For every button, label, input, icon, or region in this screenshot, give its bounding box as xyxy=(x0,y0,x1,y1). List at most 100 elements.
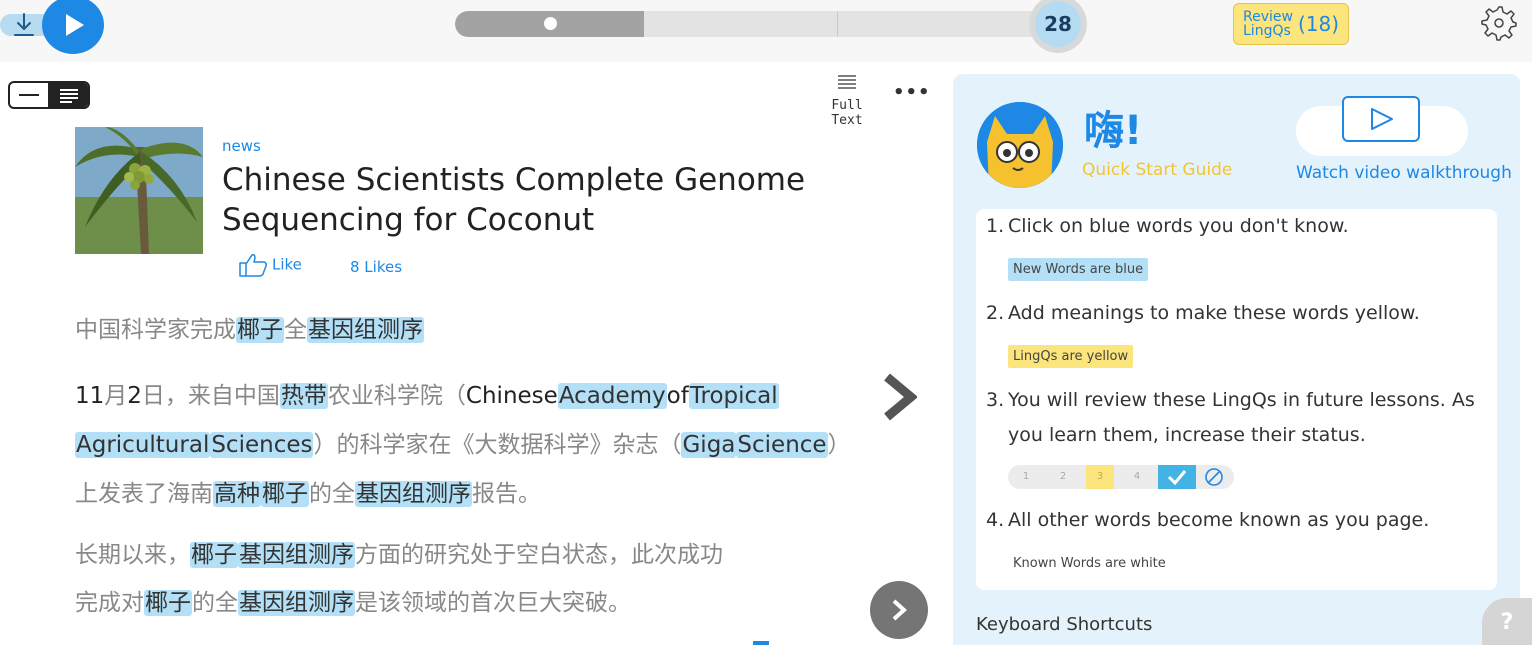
step-number: 4. xyxy=(986,509,1005,531)
new-word[interactable]: 椰子 xyxy=(236,317,284,343)
known-word[interactable]: Chinese xyxy=(466,383,558,409)
new-word[interactable]: Academy xyxy=(557,383,667,409)
text-span: 长期以来， xyxy=(75,542,190,568)
step-text: Click on blue words you don't know. xyxy=(1008,215,1349,237)
review-count: (18) xyxy=(1298,12,1340,36)
download-icon[interactable] xyxy=(13,12,35,38)
status-4: 4 xyxy=(1133,471,1141,482)
current-page-badge[interactable]: 28 xyxy=(1029,0,1087,53)
scroll-indicator xyxy=(753,641,769,645)
new-word[interactable]: 椰子 xyxy=(190,542,238,568)
more-options-icon[interactable]: ••• xyxy=(893,82,931,103)
known-word[interactable]: 11 xyxy=(75,383,104,409)
likes-count[interactable]: 8 Likes xyxy=(350,258,402,276)
new-word[interactable]: 高种 xyxy=(213,481,261,507)
watch-video-link[interactable]: Watch video walkthrough xyxy=(1296,163,1512,183)
step-number: 3. xyxy=(986,389,1005,411)
steps-card: 1. Click on blue words you don't know. Ne… xyxy=(976,209,1497,590)
step-text: You will review these LingQs in future l… xyxy=(1008,389,1475,411)
new-word[interactable]: Tropical xyxy=(688,383,779,409)
lesson-paragraph-1: 中国科学家完成椰子全基因组测序 xyxy=(75,312,865,348)
help-button[interactable]: ? xyxy=(1482,598,1532,645)
new-word[interactable]: 椰子 xyxy=(261,481,309,507)
watch-video-button[interactable] xyxy=(1342,96,1420,142)
next-lesson-button[interactable] xyxy=(870,581,928,639)
review-label-line2: LingQs xyxy=(1243,23,1291,39)
text-span: 是该领域的首次巨大突破。 xyxy=(355,590,631,616)
play-button[interactable] xyxy=(42,0,104,54)
step-3-continued: you learn them, increase their status. xyxy=(986,418,1366,453)
step-text: you learn them, increase their status. xyxy=(1008,424,1366,446)
review-lingqs-label: Review LingQs xyxy=(1243,10,1293,38)
known-word[interactable]: of xyxy=(667,383,689,409)
lesson-thumbnail xyxy=(75,127,203,254)
full-text-button[interactable]: Full Text xyxy=(812,74,882,128)
review-lingqs-button[interactable]: Review LingQs (18) xyxy=(1233,3,1349,45)
text-span: 全 xyxy=(284,317,307,343)
audio-progress-bar[interactable] xyxy=(455,11,1065,37)
text-span: ）的科学家在《大数据科学》杂志（ xyxy=(313,432,682,458)
keyboard-shortcuts-heading: Keyboard Shortcuts xyxy=(976,614,1153,635)
current-page-number: 28 xyxy=(1035,1,1081,47)
like-label: Like xyxy=(272,255,302,274)
step-4: 4. All other words become known as you pa… xyxy=(986,503,1429,538)
text-span: 月 xyxy=(104,383,128,409)
mascot-avatar xyxy=(977,102,1063,188)
new-word[interactable]: 基因组测序 xyxy=(307,317,424,343)
settings-gear-icon[interactable] xyxy=(1480,4,1518,42)
lesson-title: Chinese Scientists Complete Genome Seque… xyxy=(222,162,806,238)
top-toolbar: 28 Review LingQs (18) xyxy=(0,0,1532,62)
status-scale: 1 2 3 4 xyxy=(1008,465,1234,489)
step-number: 1. xyxy=(986,215,1005,237)
new-word[interactable]: 基因组测序 xyxy=(238,542,355,568)
step-2: 2. Add meanings to make these words yello… xyxy=(986,296,1420,331)
lingqs-chip: LingQs are yellow xyxy=(1008,345,1134,368)
step-number: 2. xyxy=(986,302,1005,324)
step-text: Add meanings to make these words yellow. xyxy=(1008,302,1420,324)
thumbs-up-icon xyxy=(239,254,267,277)
status-3-active: 3 xyxy=(1086,465,1114,489)
lesson-category[interactable]: news xyxy=(222,137,261,155)
text-span: 中国科学家完成 xyxy=(75,317,236,343)
new-words-chip: New Words are blue xyxy=(1008,258,1149,281)
full-text-icon xyxy=(838,75,856,89)
new-word[interactable]: Giga xyxy=(681,432,737,458)
new-word[interactable]: 椰子 xyxy=(144,590,192,616)
status-1: 1 xyxy=(1022,471,1030,482)
new-word[interactable]: Science xyxy=(736,432,828,458)
known-words-chip: Known Words are white xyxy=(1008,552,1171,575)
next-page-chevron-icon[interactable] xyxy=(881,373,919,421)
text-span: 日，来自中国 xyxy=(141,383,280,409)
step-text: All other words become known as you page… xyxy=(1008,509,1430,531)
new-word[interactable]: 基因组测序 xyxy=(238,590,355,616)
quick-start-panel: 嗨! Quick Start Guide Watch video walkthr… xyxy=(953,74,1520,645)
lesson-paragraph-2: 11月2日，来自中国热带农业科学院（ChineseAcademyofTropic… xyxy=(75,372,865,519)
full-text-label: Full Text xyxy=(831,98,863,128)
text-span: 报告。 xyxy=(472,481,541,507)
step-1: 1. Click on blue words you don't know. xyxy=(986,209,1349,244)
view-mode-toggle[interactable] xyxy=(8,81,90,109)
new-word[interactable]: Agricultural xyxy=(75,432,211,458)
step-3: 3. You will review these LingQs in future… xyxy=(986,383,1475,418)
known-word[interactable]: 2 xyxy=(127,383,142,409)
text-span: 农业科学院（ xyxy=(327,383,466,409)
text-span: 的全 xyxy=(309,481,355,507)
sentence-mode-icon[interactable] xyxy=(10,83,48,107)
page-mode-icon[interactable] xyxy=(48,83,88,107)
audio-progress-handle[interactable] xyxy=(544,17,557,30)
new-word[interactable]: Sciences xyxy=(210,432,314,458)
text-span: 方面的研究处于空白状态，此次成功 xyxy=(355,542,723,568)
chevron-right-icon xyxy=(892,599,907,621)
progress-marker xyxy=(837,11,838,37)
new-word[interactable]: 热带 xyxy=(279,383,328,409)
quick-start-link[interactable]: Quick Start Guide xyxy=(1082,160,1232,180)
new-word[interactable]: 基因组测序 xyxy=(355,481,472,507)
status-2: 2 xyxy=(1059,471,1067,482)
greeting-heading: 嗨! xyxy=(1084,108,1143,154)
play-outline-icon xyxy=(1371,108,1393,130)
ignore-icon xyxy=(1204,467,1224,487)
lesson-paragraph-3: 长期以来，椰子基因组测序方面的研究处于空白状态，此次成功 完成对椰子的全基因组测序… xyxy=(75,531,865,627)
text-span: 的全 xyxy=(192,590,238,616)
like-button[interactable]: Like xyxy=(238,252,302,278)
status-known xyxy=(1158,465,1196,489)
